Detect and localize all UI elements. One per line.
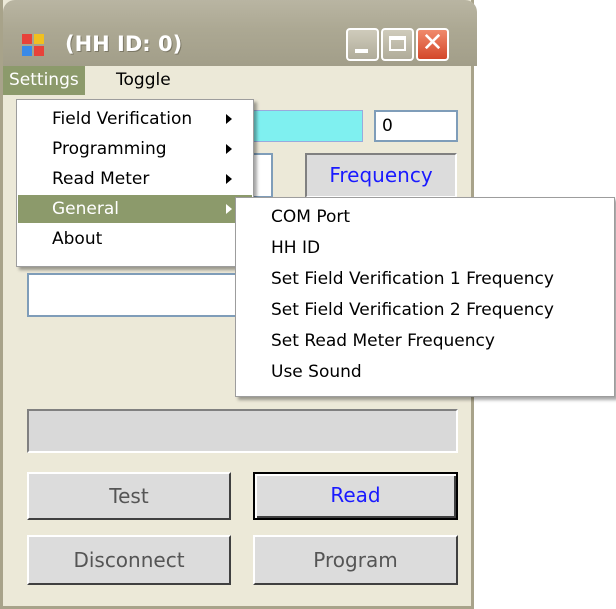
- menu-item-field-verification-2-frequency[interactable]: Set Field Verification 2 Frequency: [237, 296, 613, 324]
- menu-item-field-verification-1-frequency[interactable]: Set Field Verification 1 Frequency: [237, 265, 613, 293]
- general-submenu: COM Port HH ID Set Field Verification 1 …: [235, 197, 615, 397]
- menu-item-read-meter-frequency[interactable]: Set Read Meter Frequency: [237, 327, 613, 355]
- menu-bar: Settings Toggle: [3, 66, 471, 95]
- settings-dropdown: Field Verification Programming Read Mete…: [16, 99, 254, 267]
- menu-item-label: Set Field Verification 2 Frequency: [271, 300, 554, 320]
- menu-item-about[interactable]: About: [18, 225, 252, 253]
- menu-item-label: Use Sound: [271, 362, 362, 382]
- frequency-label: Frequency: [305, 153, 457, 198]
- menu-toggle[interactable]: Toggle: [110, 66, 177, 95]
- menu-item-general[interactable]: General: [18, 195, 252, 223]
- menu-item-label: HH ID: [271, 238, 321, 258]
- menu-item-label: COM Port: [271, 207, 351, 227]
- submenu-arrow-icon: [226, 204, 232, 214]
- close-icon: ✕: [421, 28, 444, 58]
- text-field-lower[interactable]: [27, 273, 242, 317]
- menu-item-read-meter[interactable]: Read Meter: [18, 165, 252, 193]
- maximize-button[interactable]: [381, 28, 414, 61]
- menu-item-programming[interactable]: Programming: [18, 135, 252, 163]
- read-button[interactable]: Read: [253, 472, 458, 520]
- menu-item-com-port[interactable]: COM Port: [237, 203, 613, 231]
- menu-item-label: Field Verification: [52, 109, 193, 129]
- menu-item-label: About: [52, 229, 103, 249]
- menu-item-label: General: [52, 199, 119, 219]
- program-button[interactable]: Program: [253, 535, 458, 585]
- menu-item-label: Set Read Meter Frequency: [271, 331, 495, 351]
- disconnect-button[interactable]: Disconnect: [27, 535, 231, 585]
- progress-bar: [27, 409, 458, 453]
- menu-settings[interactable]: Settings: [3, 66, 85, 95]
- menu-item-field-verification[interactable]: Field Verification: [18, 105, 252, 133]
- menu-item-use-sound[interactable]: Use Sound: [237, 358, 613, 386]
- test-button[interactable]: Test: [27, 472, 231, 520]
- submenu-arrow-icon: [226, 114, 232, 124]
- minimize-icon: [355, 49, 368, 53]
- submenu-arrow-icon: [226, 144, 232, 154]
- window-title: (HH ID: 0): [65, 32, 183, 56]
- title-bar[interactable]: (HH ID: 0) ✕: [3, 0, 477, 66]
- menu-item-hh-id[interactable]: HH ID: [237, 234, 613, 262]
- maximize-icon: [389, 36, 406, 51]
- menu-item-label: Set Field Verification 1 Frequency: [271, 269, 554, 289]
- menu-item-label: Programming: [52, 139, 167, 159]
- count-field[interactable]: 0: [374, 110, 458, 142]
- close-button[interactable]: ✕: [416, 28, 449, 61]
- submenu-arrow-icon: [226, 174, 232, 184]
- menu-item-label: Read Meter: [52, 169, 150, 189]
- minimize-button[interactable]: [346, 28, 379, 61]
- app-icon[interactable]: [22, 34, 44, 56]
